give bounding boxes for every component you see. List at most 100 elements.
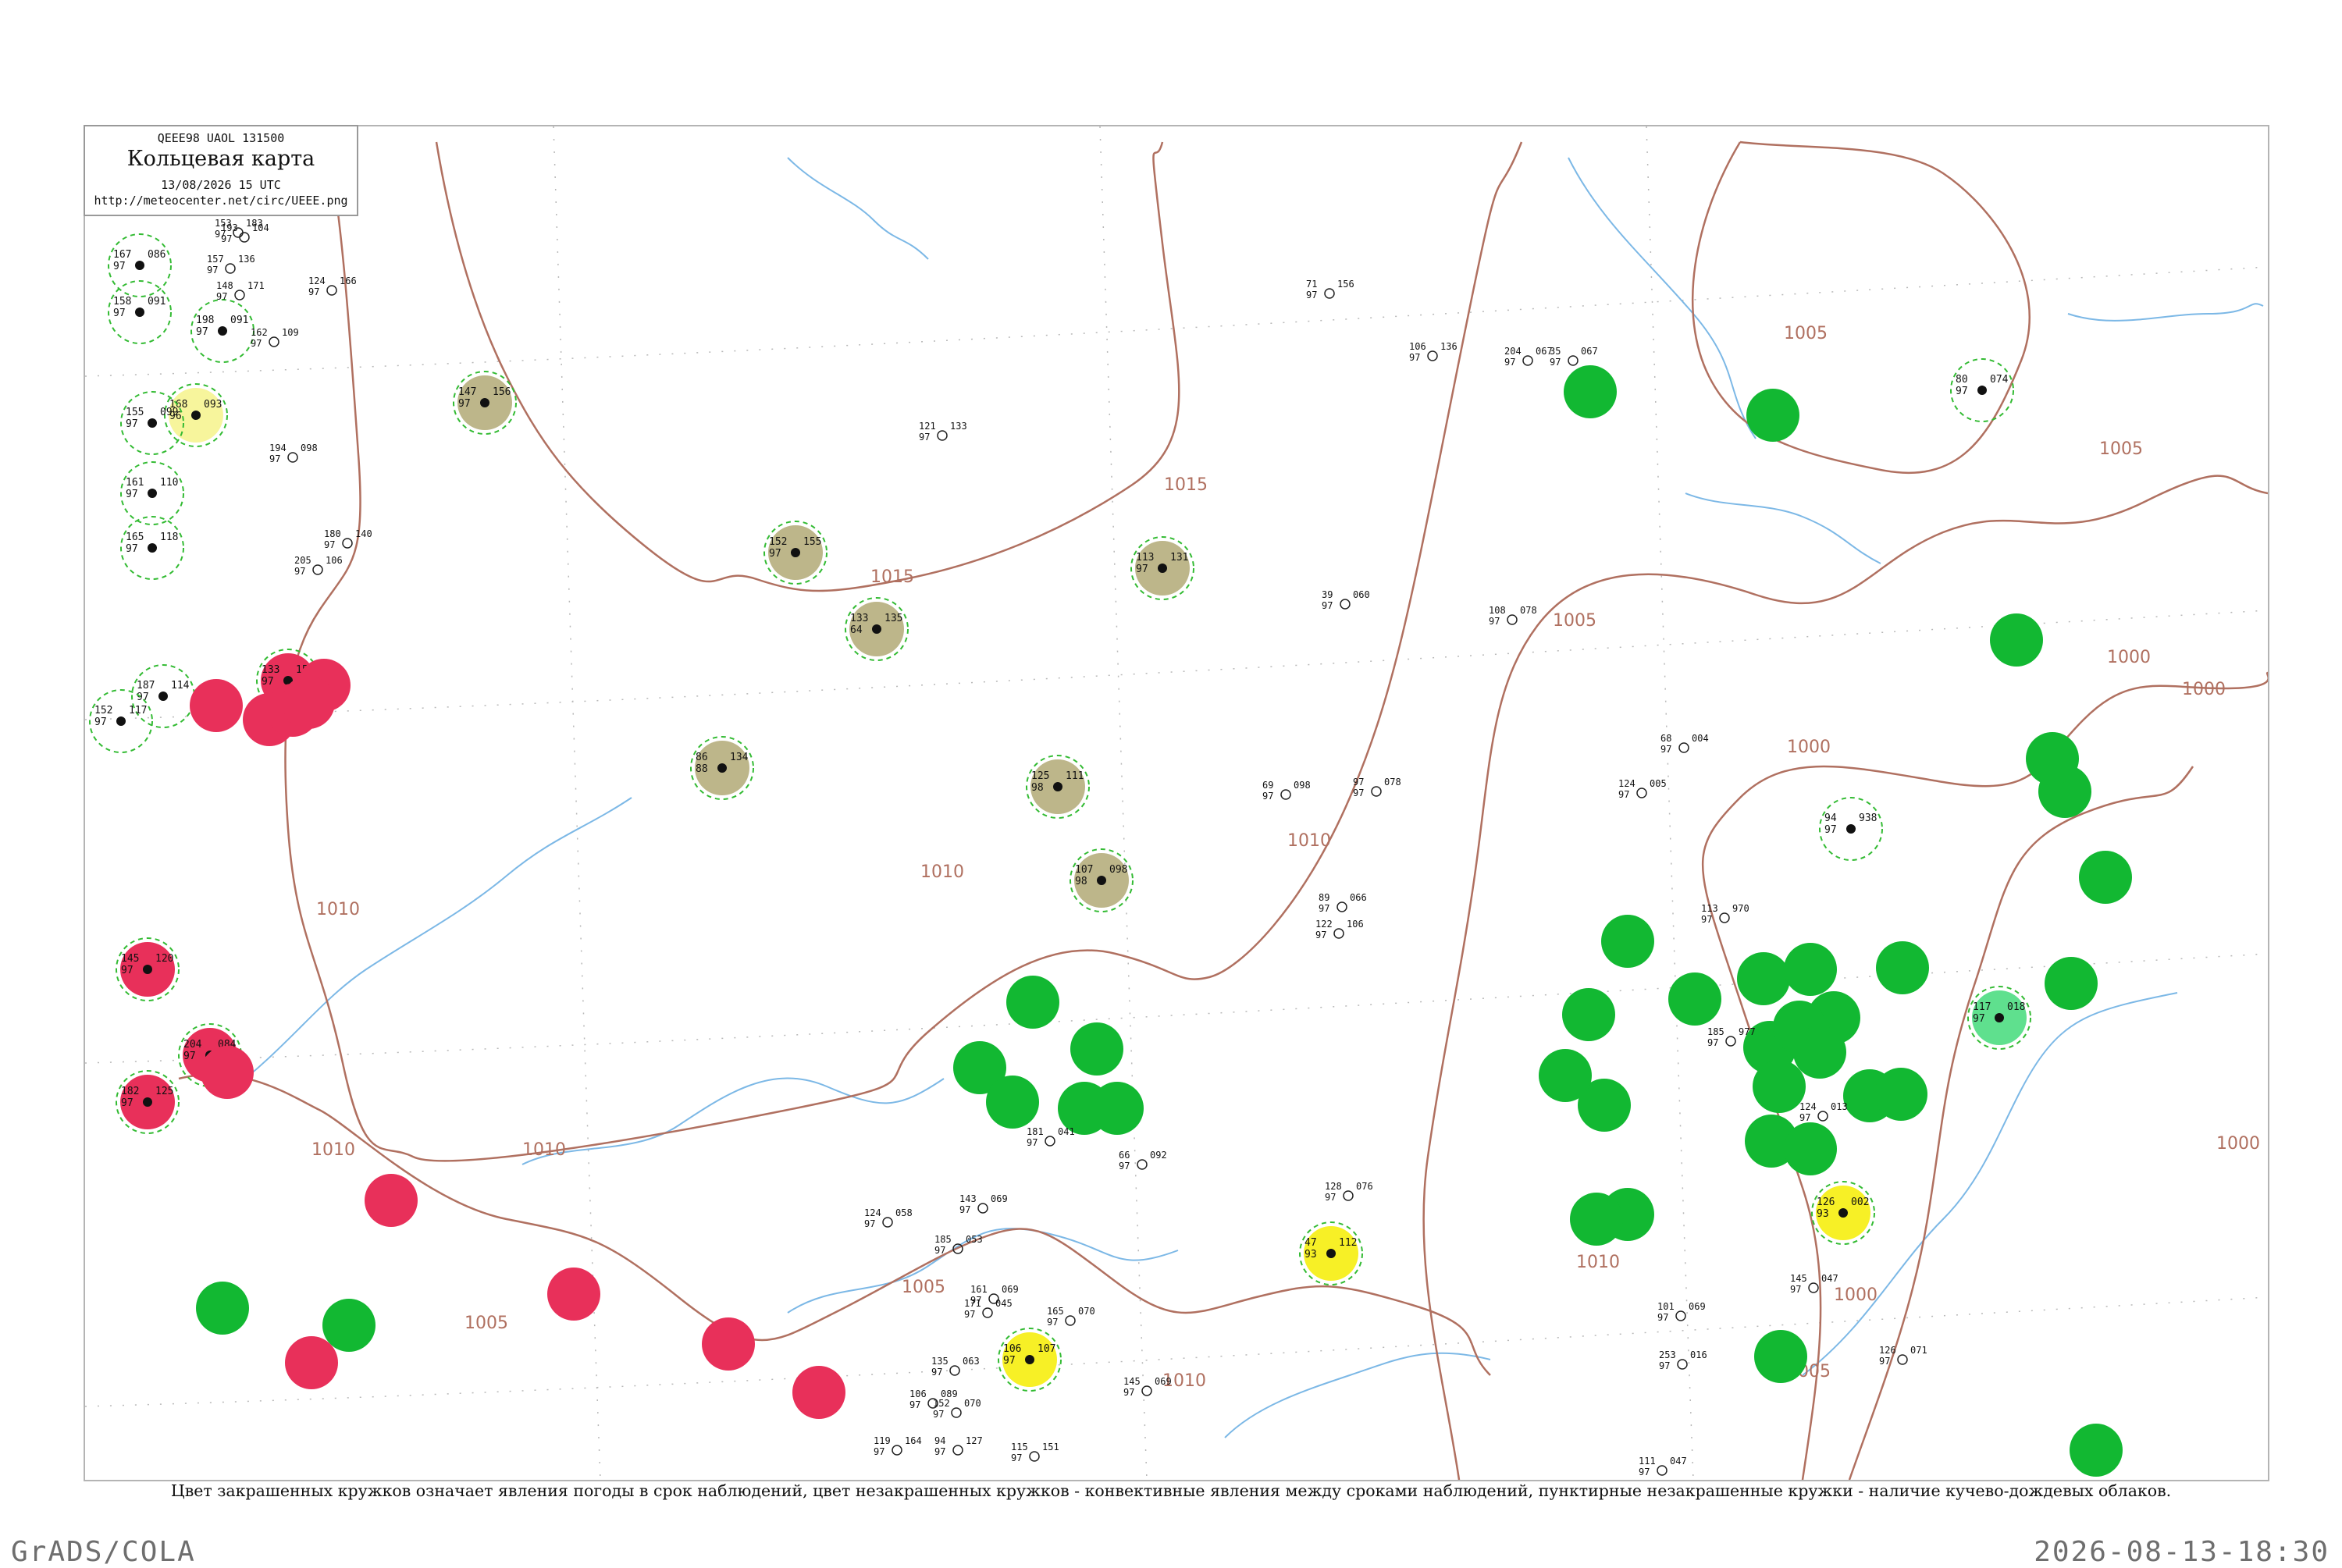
station-st24[interactable]: 11797 018 xyxy=(1967,986,2031,1050)
weather-fill-circle xyxy=(1601,915,1654,968)
station-st01[interactable]: 16797 086 xyxy=(108,233,172,297)
weather-fill-circle xyxy=(365,1174,418,1227)
station-dot xyxy=(1507,614,1518,625)
isobar-label: 1000 xyxy=(2216,1134,2260,1154)
grid-line xyxy=(85,953,2268,1064)
station-pressure: 938 xyxy=(1859,812,1877,824)
plain-station[interactable]: 18597 053 xyxy=(934,1234,983,1256)
plain-station[interactable]: 16297 109 xyxy=(251,327,299,349)
weather-fill-circle xyxy=(1091,1082,1144,1135)
plain-station[interactable]: 15797 136 xyxy=(207,254,255,276)
plain-station[interactable]: 10197 069 xyxy=(1657,1301,1706,1323)
plain-station[interactable]: 11997 164 xyxy=(874,1435,922,1457)
isobar-label: 1015 xyxy=(1164,475,1208,495)
plain-station[interactable]: 20597 106 xyxy=(294,555,343,577)
station-dew: 97 xyxy=(1659,1360,1670,1371)
plain-station[interactable]: 11397 970 xyxy=(1701,903,1749,925)
station-st20[interactable]: 8688 134 xyxy=(690,736,754,800)
station-temp: 171 xyxy=(964,1298,981,1309)
plain-station[interactable]: 6697 092 xyxy=(1119,1150,1167,1172)
plain-station[interactable]: 12497 166 xyxy=(308,276,357,297)
station-st11[interactable]: 18297 125 xyxy=(116,1070,180,1134)
plain-station[interactable]: 6897 004 xyxy=(1660,733,1709,755)
station-st23[interactable]: 10697 107 xyxy=(998,1328,1062,1392)
plain-station[interactable]: 10897 078 xyxy=(1489,605,1537,627)
station-st08[interactable]: 18797 114 xyxy=(131,664,195,728)
plain-station[interactable]: 12497 013 xyxy=(1799,1101,1848,1123)
plain-station[interactable]: 8997 066 xyxy=(1319,892,1367,914)
station-st16[interactable]: 13364 135 xyxy=(845,597,909,661)
plain-station[interactable]: 19497 098 xyxy=(269,443,318,464)
station-st07[interactable]: 16597 118 xyxy=(120,516,184,580)
plain-station[interactable]: 9497 127 xyxy=(934,1435,983,1457)
plain-station[interactable]: 20497067 xyxy=(1504,346,1553,368)
plain-station[interactable]: 3997 060 xyxy=(1322,589,1370,611)
plain-station[interactable]: 13597 063 xyxy=(931,1356,980,1378)
plain-station[interactable]: 25397 016 xyxy=(1659,1349,1707,1371)
station-st14[interactable]: 14797 156 xyxy=(453,371,517,435)
station-temp: 152 xyxy=(769,536,787,548)
plain-station[interactable]: 3597 067 xyxy=(1550,346,1598,368)
station-st26[interactable]: 8097 074 xyxy=(1950,358,2014,422)
station-st17[interactable]: 11397 131 xyxy=(1130,536,1194,600)
plain-station[interactable]: 14397 069 xyxy=(959,1193,1008,1215)
station-dot xyxy=(882,1217,893,1228)
station-dot xyxy=(1817,1111,1828,1122)
plain-station[interactable]: 11597 151 xyxy=(1011,1442,1059,1463)
weather-fill-circle xyxy=(1754,1330,1807,1383)
station-temp: 158 xyxy=(113,296,131,308)
plain-station[interactable]: 12897 076 xyxy=(1325,1181,1373,1203)
plain-station[interactable]: 18097 140 xyxy=(324,528,372,550)
plain-station[interactable]: 14897 171 xyxy=(216,280,265,302)
plain-station[interactable]: 7197 156 xyxy=(1306,279,1354,300)
station-st25[interactable]: 9497 938 xyxy=(1819,797,1883,861)
plain-station[interactable]: 12497 005 xyxy=(1618,778,1667,800)
station-st15[interactable]: 15297 155 xyxy=(763,521,828,585)
plain-station[interactable]: 12697 071 xyxy=(1879,1345,1927,1367)
station-pressure: 110 xyxy=(160,477,178,489)
station-dot xyxy=(287,452,298,463)
station-pressure: 117 xyxy=(129,705,147,716)
station-pressure: 069 xyxy=(1155,1376,1172,1387)
station-temp: 161 xyxy=(970,1284,988,1295)
station-temp: 124 xyxy=(864,1207,881,1218)
station-dew: 97 xyxy=(959,1204,970,1215)
station-st06[interactable]: 16197 110 xyxy=(120,461,184,525)
station-pressure: 053 xyxy=(966,1234,983,1245)
station-temp: 205 xyxy=(294,555,311,566)
station-st10[interactable]: 14597 120 xyxy=(116,937,180,1001)
plain-station[interactable]: 17197 045 xyxy=(964,1298,1013,1320)
station-temp: 122 xyxy=(1315,919,1333,930)
station-dot xyxy=(892,1445,902,1456)
plain-station[interactable]: 10697 136 xyxy=(1409,341,1458,363)
station-st03[interactable]: 19897 091 xyxy=(190,299,254,363)
station-pressure: 155 xyxy=(803,536,821,548)
plain-station[interactable]: 12297 106 xyxy=(1315,919,1364,940)
plain-station[interactable]: 18197 041 xyxy=(1027,1126,1075,1148)
plain-station[interactable]: 12197 133 xyxy=(919,421,967,443)
station-dew: 97 xyxy=(1119,1161,1130,1172)
plain-station[interactable]: 9797 078 xyxy=(1353,777,1401,798)
station-pressure: 106 xyxy=(326,555,343,566)
station-dew: 97 xyxy=(94,716,107,728)
station-dot xyxy=(158,692,168,701)
map-caption: Цвет закрашенных кружков означает явлени… xyxy=(170,1481,2172,1500)
plain-station[interactable]: 12497 058 xyxy=(864,1207,913,1229)
plain-station[interactable]: 11197 047 xyxy=(1639,1456,1687,1477)
station-temp: 145 xyxy=(1123,1376,1141,1387)
station-dot xyxy=(269,336,279,347)
station-dot xyxy=(135,261,144,270)
map-url[interactable]: http://meteocenter.net/circ/UEEE.png xyxy=(85,194,357,208)
plain-station[interactable]: 16597 070 xyxy=(1047,1306,1095,1328)
station-st02[interactable]: 15897 091 xyxy=(108,280,172,344)
station-temp: 181 xyxy=(1027,1126,1044,1137)
station-dew: 97 xyxy=(196,326,208,338)
plain-station[interactable]: 14597 047 xyxy=(1790,1273,1838,1295)
station-st22[interactable]: 4793 112 xyxy=(1299,1221,1363,1285)
station-st21[interactable]: 12693 002 xyxy=(1811,1181,1875,1245)
station-st19[interactable]: 10798 098 xyxy=(1070,848,1134,912)
plain-station[interactable]: 15297070 xyxy=(933,1398,981,1420)
plain-station[interactable]: 6997 098 xyxy=(1262,780,1311,802)
station-st18[interactable]: 12598 111 xyxy=(1026,755,1090,819)
station-pressure: 109 xyxy=(282,327,299,338)
